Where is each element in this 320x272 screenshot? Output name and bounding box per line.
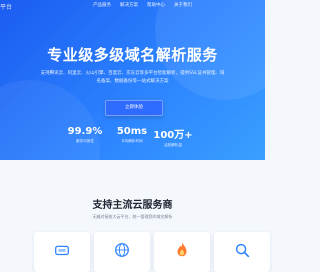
section-subtitle: 无缝对接各大云平台，统一管理您的域名解析 <box>92 214 173 219</box>
try-now-button[interactable]: 立即体验 <box>105 100 163 116</box>
nav-item-about[interactable]: 关于我们 <box>174 2 192 8</box>
stat-availability: 99.9% 服务可用性 <box>60 126 110 144</box>
section-title: 支持主流云服务商 <box>92 200 173 211</box>
hero-subtitle: 支持腾讯云、阿里云、火山引擎、百度云、京东云等多平台智能解析，提供SSL证书管理… <box>40 71 225 84</box>
top-nav: 平台 产品服务 解决方案 帮助中心 关于我们 <box>0 0 265 12</box>
search-icon <box>235 243 250 258</box>
stat-volume: 100万+ 活跃解析量 <box>148 126 198 148</box>
stat-value: 99.9% <box>67 126 103 137</box>
nav-item-solutions[interactable]: 解决方案 <box>120 2 138 8</box>
provider-card[interactable] <box>214 232 270 272</box>
stat-value: 100万+ <box>153 130 193 141</box>
hero-title: 专业级多级域名解析服务 <box>47 46 218 64</box>
hero-decoration <box>0 80 100 160</box>
provider-card[interactable] <box>94 232 150 272</box>
hero-banner: 平台 产品服务 解决方案 帮助中心 关于我们 专业级多级域名解析服务 支持腾讯云… <box>0 0 265 160</box>
stat-label: 服务可用性 <box>76 139 94 143</box>
flame-icon <box>177 242 187 257</box>
nav-item-products[interactable]: 产品服务 <box>93 2 111 8</box>
stat-label: 活跃解析量 <box>164 143 182 147</box>
logo[interactable]: 平台 <box>0 2 12 11</box>
nav-item-help[interactable]: 帮助中心 <box>147 2 165 8</box>
provider-card[interactable] <box>154 232 210 272</box>
globe-icon <box>115 243 129 257</box>
cloud-provider-icon <box>55 245 69 256</box>
provider-card[interactable] <box>34 232 90 272</box>
